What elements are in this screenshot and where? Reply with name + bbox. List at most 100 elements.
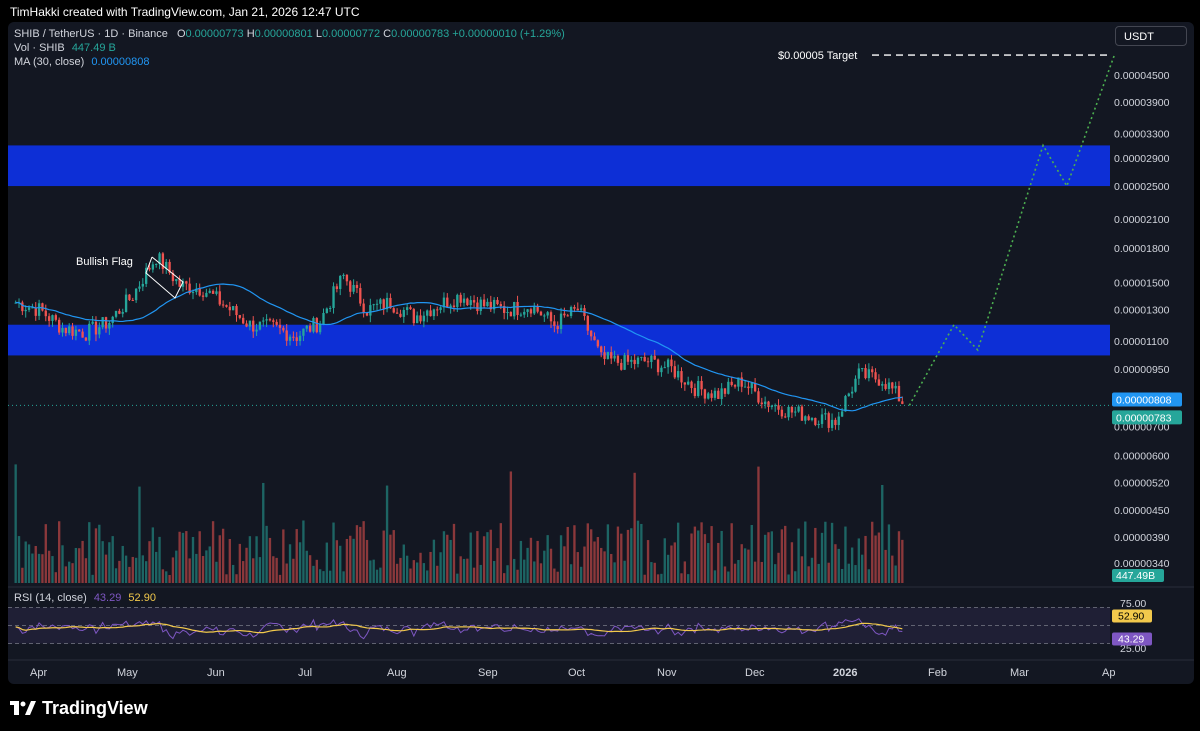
resistance-zone-2 bbox=[8, 324, 1110, 356]
candle-body bbox=[623, 355, 626, 370]
volume-bar bbox=[405, 555, 409, 583]
volume-bar bbox=[670, 545, 673, 583]
candle-body bbox=[536, 306, 539, 312]
candle-body bbox=[707, 393, 710, 399]
candle-body bbox=[877, 379, 881, 386]
volume-bar bbox=[34, 545, 37, 583]
candle-body bbox=[844, 396, 847, 412]
volume-bar bbox=[673, 542, 676, 583]
price-tick-label: 0.00003300 bbox=[1114, 129, 1170, 141]
candle-body bbox=[382, 299, 385, 310]
volume-bar bbox=[703, 534, 707, 583]
volume-bar bbox=[713, 570, 717, 583]
volume-bar bbox=[630, 528, 633, 583]
volume-bar bbox=[255, 536, 258, 583]
volume-bar bbox=[27, 544, 31, 583]
candle-body bbox=[369, 305, 372, 316]
price-tick-label: 0.00002100 bbox=[1114, 214, 1170, 226]
candle-body bbox=[469, 300, 472, 306]
candle-body bbox=[138, 286, 141, 289]
candle-body bbox=[288, 336, 292, 341]
change-value: +0.00000010 (+1.29%) bbox=[452, 28, 565, 40]
currency-button[interactable]: USDT bbox=[1115, 26, 1187, 46]
volume-bar bbox=[573, 525, 576, 583]
time-tick-label: Sep bbox=[478, 667, 498, 679]
candle-body bbox=[342, 274, 345, 276]
volume-bar bbox=[767, 532, 770, 583]
candle-body bbox=[763, 401, 767, 405]
candle-body bbox=[713, 390, 717, 398]
price-chart[interactable]: 0.00004500 0.00003900 0.00003300 0.00002900… bbox=[8, 22, 1194, 684]
volume-axis-label: 447.49B bbox=[1116, 570, 1155, 582]
volume-bar bbox=[666, 554, 670, 583]
high-value: 0.00000801 bbox=[254, 28, 313, 40]
candle-body bbox=[750, 382, 753, 389]
symbol-name[interactable]: SHIB / TetherUS · 1D · Binance bbox=[14, 28, 168, 40]
volume-bar bbox=[506, 565, 509, 583]
price-tick-label: 0.00000600 bbox=[1114, 451, 1170, 463]
volume-bar bbox=[519, 540, 523, 583]
tradingview-logo[interactable]: TradingView bbox=[10, 697, 148, 719]
volume-bar bbox=[887, 524, 891, 583]
volume-bar bbox=[385, 485, 389, 583]
volume-bar bbox=[352, 538, 355, 583]
candle-body bbox=[466, 298, 469, 306]
bullish-flag-label: Bullish Flag bbox=[76, 256, 133, 268]
volume-bar bbox=[14, 464, 17, 583]
volume-bar bbox=[422, 563, 426, 583]
candle-body bbox=[606, 352, 610, 359]
candle-body bbox=[452, 305, 456, 308]
volume-bar bbox=[881, 484, 884, 583]
candle-body bbox=[887, 382, 891, 389]
candle-body bbox=[807, 416, 810, 421]
volume-bar bbox=[633, 472, 636, 583]
volume-bar bbox=[114, 568, 118, 583]
candle-body bbox=[108, 322, 111, 329]
volume-bar bbox=[830, 522, 834, 583]
candle-body bbox=[449, 305, 452, 308]
chart-panel[interactable]: 0.00004500 0.00003900 0.00003300 0.00002900… bbox=[8, 22, 1194, 684]
candle-body bbox=[656, 359, 660, 373]
candle-body bbox=[308, 325, 312, 332]
candle-body bbox=[101, 317, 104, 328]
candle-body bbox=[318, 324, 322, 333]
volume-bar bbox=[312, 565, 315, 583]
volume-bar bbox=[329, 570, 332, 583]
candle-body bbox=[258, 321, 262, 330]
rsi-label[interactable]: RSI (14, close) bbox=[14, 592, 87, 604]
volume-bar bbox=[275, 557, 278, 583]
volume-bar bbox=[523, 559, 526, 583]
volume-bar bbox=[91, 574, 94, 583]
volume-bar bbox=[305, 550, 308, 583]
volume-bar bbox=[128, 566, 131, 583]
candle-body bbox=[506, 312, 509, 314]
candle-body bbox=[894, 385, 897, 389]
candle-body bbox=[419, 315, 422, 322]
candle-body bbox=[864, 368, 867, 379]
candle-body bbox=[640, 356, 643, 358]
volume-bar bbox=[426, 570, 429, 583]
volume-bar bbox=[459, 556, 462, 583]
candle-body bbox=[312, 318, 315, 332]
volume-bar bbox=[794, 571, 797, 583]
volume-bar bbox=[144, 561, 148, 583]
candle-body bbox=[41, 303, 44, 311]
volume-bar bbox=[419, 552, 422, 583]
volume-bar bbox=[710, 526, 713, 583]
volume-bar bbox=[158, 536, 161, 583]
candle-body bbox=[884, 384, 887, 389]
volume-bar bbox=[41, 554, 44, 583]
volume-bar bbox=[760, 561, 763, 583]
volume-label[interactable]: Vol · SHIB bbox=[14, 42, 65, 54]
candle-body bbox=[205, 292, 208, 297]
candle-body bbox=[800, 406, 804, 421]
volume-bar bbox=[155, 551, 158, 583]
volume-bar bbox=[248, 536, 252, 583]
price-tick-label: 0.00004500 bbox=[1114, 70, 1170, 82]
volume-bar bbox=[533, 561, 536, 583]
open-label: O bbox=[176, 28, 186, 40]
candle-body bbox=[867, 369, 871, 379]
bullish-flag-shape bbox=[145, 256, 184, 299]
ma-label[interactable]: MA (30, close) bbox=[14, 56, 84, 68]
rsi-tick-label: 75.00 bbox=[1120, 598, 1146, 610]
